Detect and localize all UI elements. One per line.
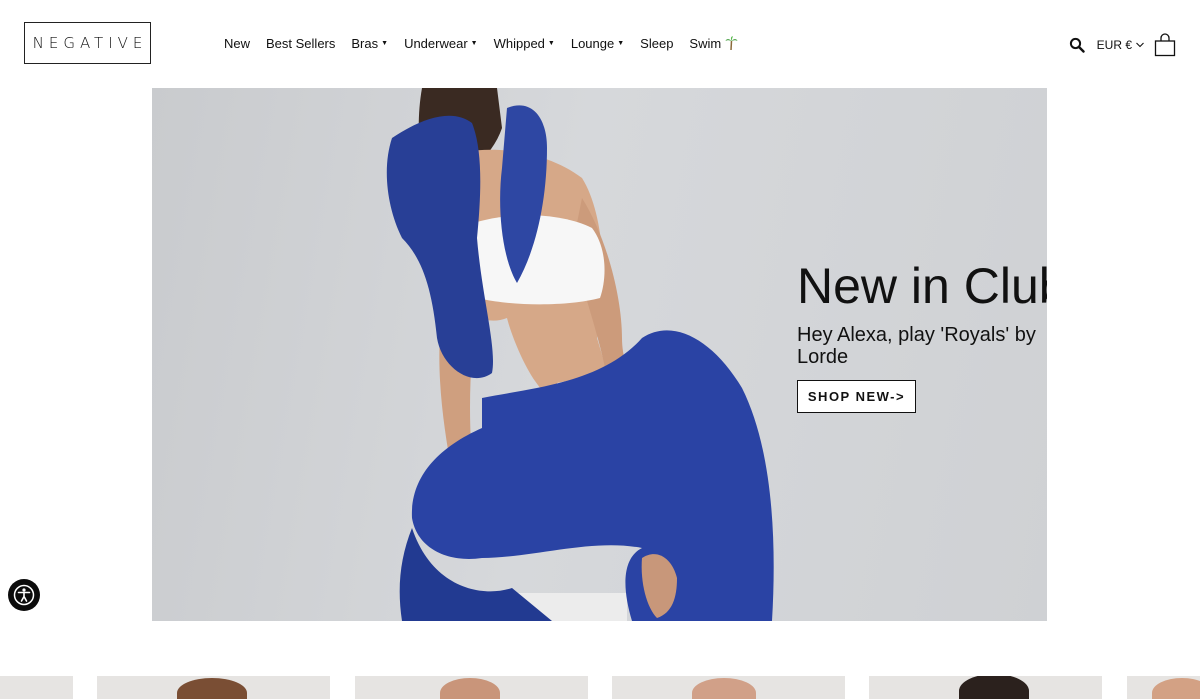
- hero-title: New in Club: [797, 258, 1047, 314]
- product-card[interactable]: [97, 676, 330, 699]
- header-utilities: EUR €: [1069, 32, 1176, 58]
- hero-banner[interactable]: New in Club Hey Alexa, play 'Royals' by …: [152, 88, 1047, 621]
- product-card[interactable]: [1127, 676, 1200, 699]
- shop-new-button[interactable]: SHOP NEW->: [797, 380, 916, 413]
- nav-item-new[interactable]: New: [224, 36, 250, 51]
- logo-text: NEGATIVE: [32, 34, 148, 52]
- nav-item-bras[interactable]: Bras ▼: [351, 36, 388, 51]
- nav-item-underwear[interactable]: Underwear ▼: [404, 36, 478, 51]
- nav-item-lounge[interactable]: Lounge ▼: [571, 36, 624, 51]
- caret-down-icon: ▼: [547, 39, 555, 47]
- nav-item-whipped[interactable]: Whipped ▼: [494, 36, 555, 51]
- caret-down-icon: ▼: [381, 39, 389, 47]
- caret-down-icon: ▼: [470, 39, 478, 47]
- product-card[interactable]: [0, 676, 73, 699]
- nav-item-sleep[interactable]: Sleep: [640, 36, 673, 51]
- search-icon[interactable]: [1069, 37, 1085, 53]
- palm-tree-icon: [725, 36, 738, 50]
- accessibility-icon: [13, 584, 35, 606]
- hero-subtitle: Hey Alexa, play 'Royals' by Lorde: [797, 324, 1036, 368]
- site-header: NEGATIVE New Best Sellers Bras ▼ Underwe…: [0, 0, 1200, 88]
- nav-item-swim[interactable]: Swim: [689, 36, 738, 51]
- caret-down-icon: ▼: [617, 39, 625, 47]
- product-card[interactable]: [612, 676, 845, 699]
- main-nav: New Best Sellers Bras ▼ Underwear ▼ Whip…: [224, 34, 754, 52]
- currency-selector[interactable]: EUR €: [1097, 38, 1144, 52]
- chevron-down-icon: [1136, 42, 1144, 48]
- site-logo[interactable]: NEGATIVE: [24, 22, 151, 64]
- shopping-bag-icon[interactable]: [1154, 33, 1176, 57]
- product-card[interactable]: [355, 676, 588, 699]
- product-card[interactable]: [869, 676, 1102, 699]
- accessibility-button[interactable]: [8, 579, 40, 611]
- nav-item-best-sellers[interactable]: Best Sellers: [266, 36, 335, 51]
